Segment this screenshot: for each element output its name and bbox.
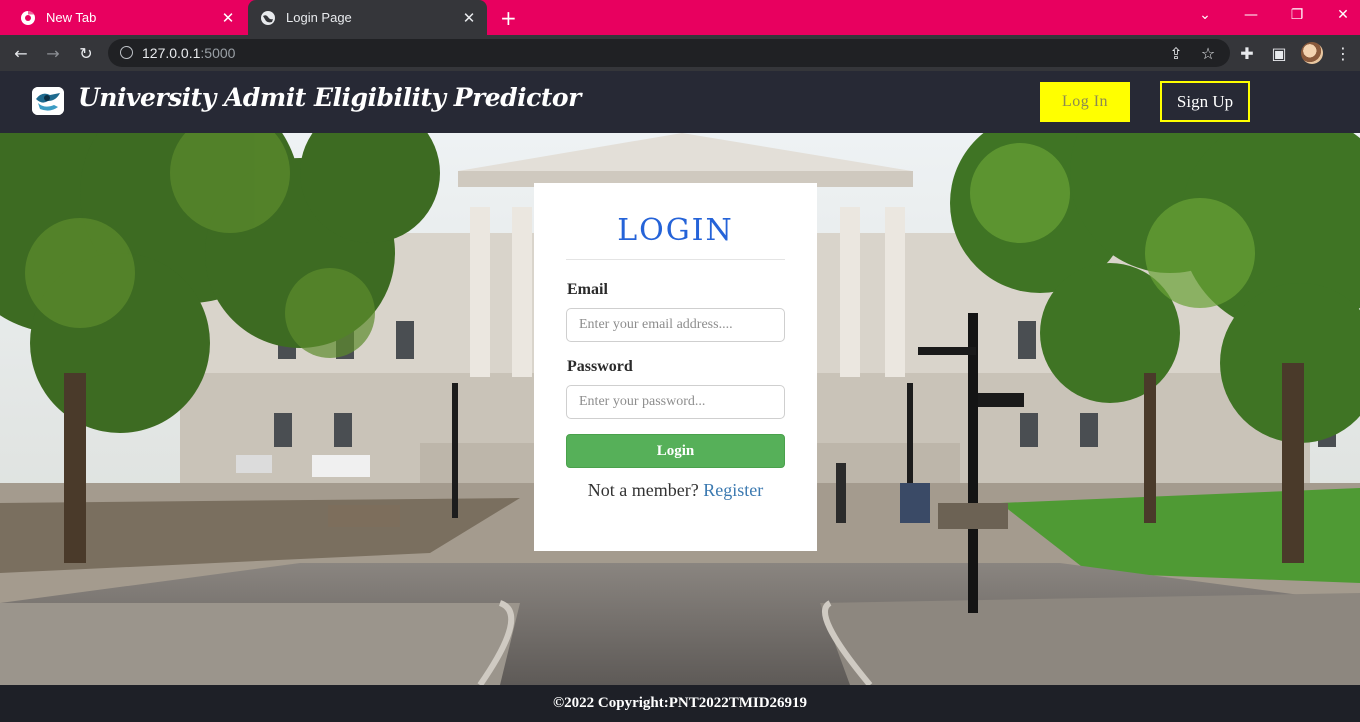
bookmark-star-icon[interactable]: ☆ xyxy=(1198,43,1218,63)
tab-search-chevron-icon[interactable]: ⌄ xyxy=(1182,0,1228,30)
chrome-icon xyxy=(21,10,35,25)
forward-arrow-icon[interactable]: → xyxy=(43,43,63,63)
minimize-icon[interactable]: — xyxy=(1228,0,1274,30)
register-prompt: Not a member? Register xyxy=(534,480,817,501)
close-tab-icon[interactable]: ✕ xyxy=(220,9,236,27)
tab-title: New Tab xyxy=(46,10,97,25)
browser-tab-new-tab[interactable]: New Tab ✕ xyxy=(8,0,246,35)
login-card: LOGIN Email Password Login Not a member?… xyxy=(534,183,817,551)
browser-toolbar: ← → ↻ 127.0.0.1:5000 ⇪ ☆ ✚ ▣ ⋮ xyxy=(0,35,1360,71)
profile-avatar[interactable] xyxy=(1301,42,1323,64)
url-text: 127.0.0.1:5000 xyxy=(142,45,235,61)
menu-dots-icon[interactable]: ⋮ xyxy=(1333,43,1353,63)
new-tab-plus-icon[interactable]: + xyxy=(500,6,517,30)
address-bar[interactable]: 127.0.0.1:5000 xyxy=(108,39,1230,67)
share-icon[interactable]: ⇪ xyxy=(1166,43,1186,63)
extensions-puzzle-icon[interactable]: ✚ xyxy=(1237,43,1257,63)
login-submit-button[interactable]: Login xyxy=(566,434,785,468)
back-arrow-icon[interactable]: ← xyxy=(11,43,31,63)
site-brand-title[interactable]: University Admit Eligibility Predictor xyxy=(78,83,581,112)
globe-icon xyxy=(261,10,275,25)
title-divider xyxy=(566,259,785,260)
member-text: Not a member? xyxy=(587,480,699,500)
tab-title: Login Page xyxy=(286,10,352,25)
password-field[interactable] xyxy=(566,385,785,419)
close-tab-icon[interactable]: ✕ xyxy=(461,9,477,27)
copyright-text: ©2022 Copyright:PNT2022TMID26919 xyxy=(552,695,808,711)
restore-icon[interactable]: ❐ xyxy=(1274,0,1320,30)
site-info-icon[interactable] xyxy=(120,46,133,59)
browser-tab-login-page[interactable]: Login Page ✕ xyxy=(248,0,487,35)
window-close-icon[interactable]: ✕ xyxy=(1320,0,1360,30)
email-label: Email xyxy=(567,281,608,298)
browser-tab-strip: New Tab ✕ Login Page ✕ + ⌄ — ❐ ✕ xyxy=(0,0,1360,35)
url-port: :5000 xyxy=(200,45,236,61)
side-panel-icon[interactable]: ▣ xyxy=(1269,43,1289,63)
header-login-button[interactable]: Log In xyxy=(1040,82,1130,122)
url-host: 127.0.0.1 xyxy=(142,45,201,61)
header-signup-button[interactable]: Sign Up xyxy=(1160,81,1250,122)
reload-icon[interactable]: ↻ xyxy=(76,43,96,63)
login-title: LOGIN xyxy=(617,213,734,248)
logo-icon xyxy=(32,87,64,115)
register-link[interactable]: Register xyxy=(703,480,763,500)
site-footer: ©2022 Copyright:PNT2022TMID26919 xyxy=(0,685,1360,722)
password-label: Password xyxy=(567,358,633,375)
site-header: University Admit Eligibility Predictor L… xyxy=(0,71,1360,133)
email-field[interactable] xyxy=(566,308,785,342)
